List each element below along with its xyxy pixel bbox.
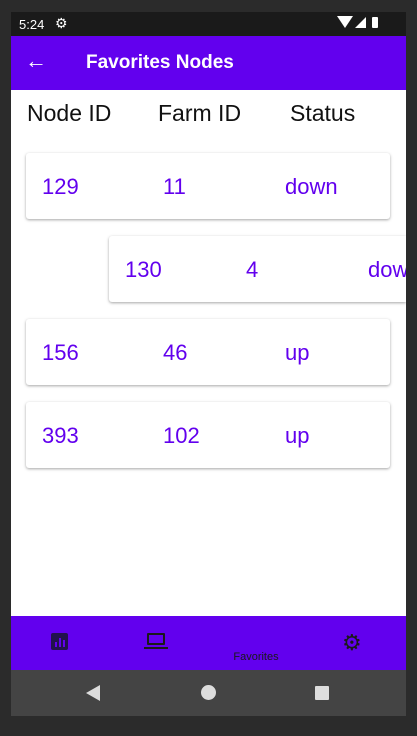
bottom-navigation: Favorites ⚙ — [11, 616, 406, 670]
farm-id: 46 — [163, 340, 188, 365]
settings-status-icon: ⚙ — [55, 15, 68, 31]
node-card[interactable]: 129 11 down — [26, 153, 390, 219]
arrow-back-icon[interactable]: ← — [25, 48, 47, 74]
header-status: Status — [290, 100, 356, 126]
node-id: 129 — [42, 174, 79, 199]
nav-label-favorites: Favorites — [233, 651, 279, 663]
node-id: 130 — [125, 257, 162, 282]
node-id: 393 — [42, 423, 79, 448]
chart-icon — [51, 633, 68, 650]
node-status: up — [285, 423, 310, 448]
wifi-icon — [337, 16, 353, 28]
status-bar: 5:24 ⚙ — [11, 12, 406, 36]
laptop-base — [144, 647, 168, 649]
page-title: Favorites Nodes — [86, 52, 234, 73]
app-bar: ← Favorites Nodes — [11, 36, 406, 90]
header-farm-id: Farm ID — [158, 100, 242, 126]
farm-id: 11 — [163, 174, 186, 199]
nav-item-favorites[interactable]: Favorites — [207, 616, 305, 670]
home-circle-icon[interactable] — [201, 685, 216, 700]
header-node-id: Node ID — [27, 100, 112, 126]
laptop-icon — [147, 633, 165, 645]
nav-item-explorer[interactable] — [11, 616, 109, 670]
node-card[interactable]: 156 46 up — [26, 319, 390, 385]
device-frame: 5:24 ⚙ ← Favorites Nodes Node ID Farm ID… — [0, 0, 417, 736]
node-id: 156 — [42, 340, 79, 365]
back-triangle-icon[interactable] — [86, 685, 100, 701]
node-status: up — [285, 340, 310, 365]
nav-item-settings[interactable]: ⚙ — [305, 616, 403, 670]
node-status: down — [285, 174, 338, 199]
signal-icon — [355, 17, 366, 28]
status-time: 5:24 — [19, 17, 45, 32]
farm-id: 4 — [246, 257, 259, 282]
node-card-swiped[interactable]: 130 4 down — [109, 236, 406, 302]
node-card[interactable]: 393 102 up — [26, 402, 390, 468]
nav-item-nodes[interactable] — [109, 616, 207, 670]
farm-id: 102 — [163, 423, 200, 448]
recents-square-icon[interactable] — [315, 686, 329, 700]
table-header: Node ID Farm ID Status — [11, 100, 406, 132]
gear-icon: ⚙ — [342, 630, 362, 655]
screen: 5:24 ⚙ ← Favorites Nodes Node ID Farm ID… — [11, 12, 406, 716]
node-status: down — [368, 257, 406, 282]
system-navigation-bar — [11, 670, 406, 716]
battery-icon — [372, 17, 378, 28]
